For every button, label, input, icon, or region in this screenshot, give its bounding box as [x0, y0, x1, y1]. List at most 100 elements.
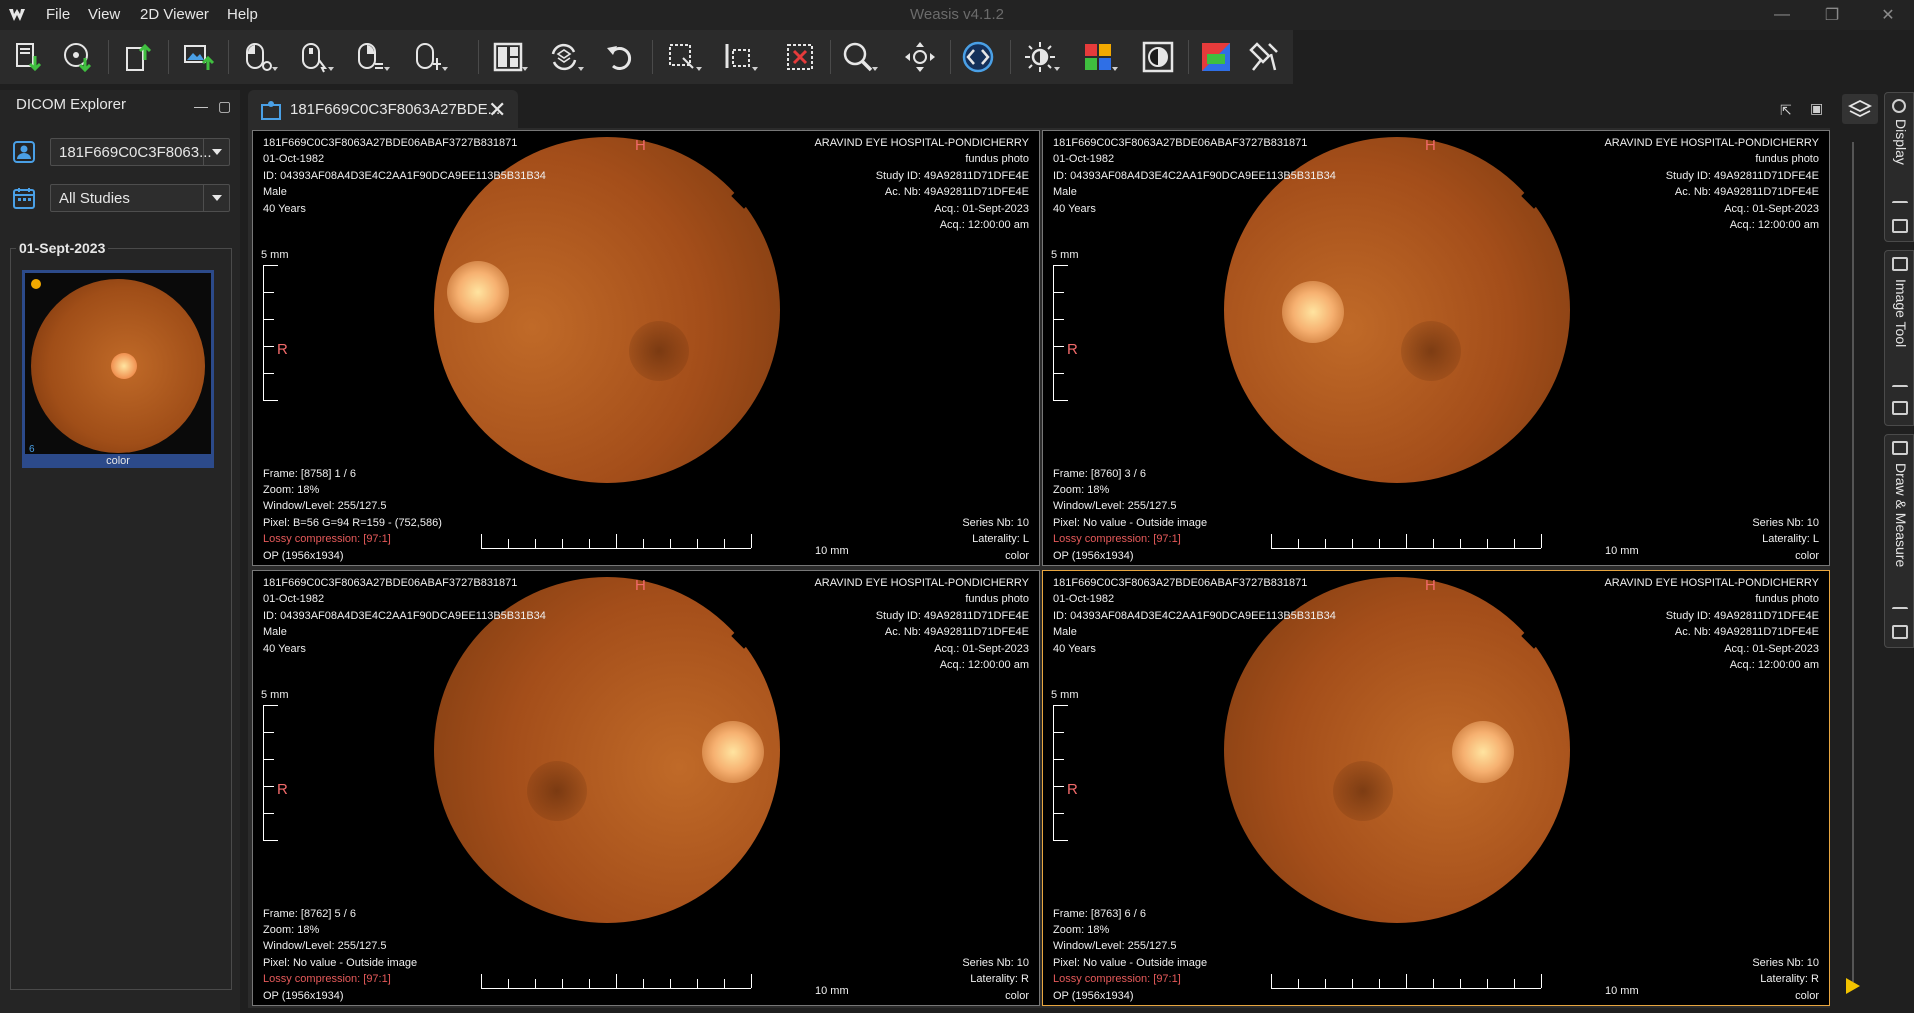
pan-icon — [905, 42, 935, 72]
pixel-info: Pixel: No value - Outside image — [263, 956, 418, 969]
image-viewport[interactable]: H R 5 mm 10 mm 181F669C0C3F8063A27BDE06ABAF3… — [252, 130, 1040, 566]
zoom-button[interactable] — [838, 37, 878, 77]
study-info-line: ARAVIND EYE HOSPITAL-PONDICHERRY — [814, 577, 1029, 589]
window-level-info: Window/Level: 255/127.5 — [263, 940, 387, 953]
vertical-scale-label: 5 mm — [261, 689, 289, 701]
patient-info-line: 181F669C0C3F8063A27BDE06ABAF3727B831871 — [263, 577, 518, 589]
patient-info-line: 40 Years — [263, 202, 306, 215]
pixel-info: Pixel: No value - Outside image — [1053, 956, 1208, 969]
patient-select[interactable]: 181F669C0C3F8063... — [50, 138, 230, 166]
mouse-right-action-button[interactable] — [350, 37, 390, 77]
toolbar-separator — [1010, 40, 1011, 74]
close-tab-icon[interactable]: ✕ — [488, 97, 506, 123]
export-image-icon — [184, 45, 215, 70]
dropdown-arrow-icon — [442, 67, 448, 71]
maximize-view-icon[interactable]: ▣ — [1810, 100, 1823, 117]
delete-selection-button[interactable] — [780, 37, 820, 77]
optic-disc — [702, 721, 764, 783]
wl-preset-button[interactable] — [1020, 37, 1060, 77]
layers-button[interactable] — [1842, 94, 1878, 124]
reset-button[interactable] — [600, 37, 640, 77]
close-window-button[interactable]: ✕ — [1868, 4, 1908, 26]
orientation-left: R — [277, 341, 288, 358]
export-image-button[interactable] — [178, 37, 218, 77]
orientation-top: H — [635, 137, 646, 154]
menu-view[interactable]: View — [88, 6, 120, 23]
export-dicom-button[interactable] — [118, 37, 158, 77]
pin-button[interactable] — [1244, 37, 1284, 77]
draw-measure-tab-label: Draw & Measure — [1893, 463, 1909, 568]
laterality-info: Laterality: R — [1760, 973, 1819, 986]
series-number-info: Series Nb: 10 — [962, 516, 1029, 529]
dropdown-arrow-icon — [328, 67, 334, 71]
menu-file[interactable]: File — [46, 6, 70, 23]
mouse-middle-action-button[interactable] — [294, 37, 334, 77]
frame-info: Frame: [8758] 1 / 6 — [263, 467, 356, 480]
layout-button[interactable] — [488, 37, 528, 77]
pixel-info: Pixel: No value - Outside image — [1053, 516, 1208, 529]
maximize-panel-button[interactable]: ▢ — [218, 98, 231, 115]
image-viewport[interactable]: H R 5 mm 10 mm 181F669C0C3F8063A27BDE06ABAF3… — [252, 570, 1040, 1006]
minimize-panel-button[interactable]: — — [194, 98, 208, 114]
study-info-overlay: ARAVIND EYE HOSPITAL-PONDICHERRY fundus p… — [1604, 575, 1819, 673]
dropdown-arrow-icon — [1054, 67, 1060, 71]
window-icon — [1892, 625, 1908, 639]
frame-scrollbar-knob[interactable] — [1846, 978, 1860, 994]
studies-select[interactable]: All Studies — [50, 184, 230, 212]
toolbar-separator — [478, 40, 479, 74]
select-button[interactable] — [718, 37, 758, 77]
vertical-scale-bar — [263, 705, 278, 841]
studies-select-value: All Studies — [59, 190, 130, 207]
optic-disc — [447, 261, 509, 323]
detach-view-icon[interactable]: ⇱ — [1780, 102, 1792, 119]
minimize-button[interactable]: — — [1762, 4, 1802, 26]
crop-button[interactable] — [662, 37, 702, 77]
import-dicom-button[interactable] — [8, 37, 48, 77]
cine-button[interactable] — [958, 37, 998, 77]
pin-icon — [1892, 607, 1908, 613]
study-info-line: Study ID: 49A92811D71DFE4E — [875, 169, 1029, 182]
image-viewport[interactable]: H R 5 mm 10 mm 181F669C0C3F8063A27BDE06ABAF3… — [1042, 130, 1830, 566]
menu-2d-viewer[interactable]: 2D Viewer — [140, 6, 209, 23]
image-tool-panel-tab[interactable]: Image Tool — [1884, 250, 1914, 426]
frame-scrollbar-track[interactable] — [1852, 142, 1854, 982]
invert-button[interactable] — [1138, 37, 1178, 77]
draw-measure-panel-tab[interactable]: Draw & Measure — [1884, 434, 1914, 648]
mouse-right-icon — [358, 43, 383, 69]
chevron-down-icon — [203, 139, 229, 165]
display-panel-tab[interactable]: Display — [1884, 92, 1914, 242]
laterality-info: Laterality: L — [972, 533, 1029, 546]
viewer-tab-icon — [261, 101, 281, 120]
study-info-line: Acq.: 01-Sept-2023 — [1724, 202, 1819, 215]
colormap-button[interactable] — [1196, 37, 1236, 77]
macula — [1333, 761, 1393, 821]
mouse-left-action-button[interactable] — [238, 37, 278, 77]
series-thumbnail[interactable]: 6 — [22, 270, 214, 460]
horizontal-scale-label: 10 mm — [1605, 985, 1639, 997]
laterality-info: Laterality: L — [1762, 533, 1819, 546]
patient-info-line: ID: 04393AF08A4D3E4C2AA1F90DCA9EE113B5B3… — [1053, 169, 1336, 182]
study-info-line: ARAVIND EYE HOSPITAL-PONDICHERRY — [1604, 577, 1819, 589]
colormap-icon — [1202, 43, 1230, 71]
viewer-tab[interactable]: 181F669C0C3F8063A27BDE... ✕ — [248, 90, 518, 130]
series-number-info: Series Nb: 10 — [1752, 956, 1819, 969]
image-viewport-selected[interactable]: H R 5 mm 10 mm 181F669C0C3F8063A27BDE06ABAF3… — [1042, 570, 1830, 1006]
synch-button[interactable] — [544, 37, 584, 77]
vertical-scale-label: 5 mm — [1051, 249, 1079, 261]
mouse-wheel-action-button[interactable] — [408, 37, 448, 77]
series-number-info: Series Nb: 10 — [962, 956, 1029, 969]
vertical-scale-label: 5 mm — [261, 249, 289, 261]
optic-disc — [1282, 281, 1344, 343]
image-size-info: OP (1956x1934) — [263, 989, 344, 1002]
menu-help[interactable]: Help — [227, 6, 258, 23]
study-info-line: Ac. Nb: 49A92811D71DFE4E — [1674, 186, 1819, 199]
lut-button[interactable] — [1078, 37, 1118, 77]
delete-selection-icon — [787, 44, 813, 70]
pan-button[interactable] — [900, 37, 940, 77]
import-cd-button[interactable] — [58, 37, 98, 77]
study-info-line: Study ID: 49A92811D71DFE4E — [1665, 169, 1819, 182]
horizontal-scale-bar — [1271, 974, 1542, 989]
maximize-button[interactable]: ❐ — [1812, 4, 1852, 26]
dropdown-arrow-icon — [384, 67, 390, 71]
patient-info-line: Male — [1053, 626, 1077, 639]
